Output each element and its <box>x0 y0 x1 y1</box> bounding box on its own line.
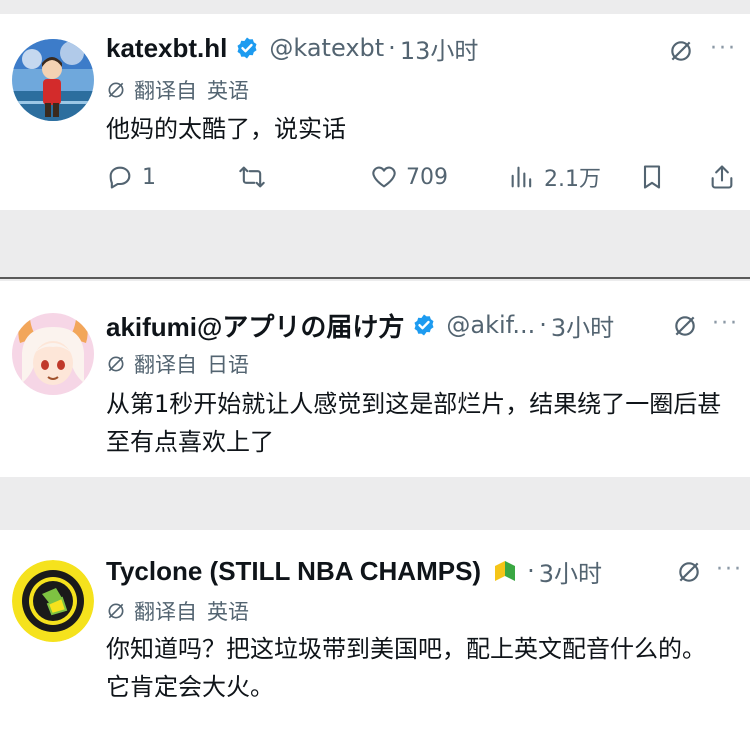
translate-language: 日语 <box>207 353 249 377</box>
repost-icon <box>239 166 265 188</box>
more-options-button[interactable]: ··· <box>712 311 739 336</box>
verified-badge-icon <box>412 313 436 337</box>
author-row: katexbt.hl @katexbt · 13小时 <box>106 31 478 65</box>
tweet-text: 他妈的太酷了，说实话 <box>106 115 346 143</box>
separator-dot: · <box>527 557 535 585</box>
tweet-text: 你知道吗？把这垃圾带到美国吧，配上英文配音什么的。它肯定会大火。 <box>106 635 706 701</box>
avatar[interactable] <box>12 39 94 121</box>
translated-from[interactable]: 翻译自 英语 <box>106 75 249 105</box>
tweet-card-1[interactable]: katexbt.hl @katexbt · 13小时 ··· 翻译自 英语 他妈… <box>0 14 750 210</box>
reply-count: 1 <box>142 164 156 190</box>
views-button[interactable]: 2.1万 <box>508 160 601 194</box>
translate-language: 英语 <box>207 600 249 624</box>
grok-icon <box>108 82 124 98</box>
reply-button[interactable]: 1 <box>106 160 156 194</box>
author-handle[interactable]: @katexbt <box>269 34 384 62</box>
more-options-button[interactable]: ··· <box>716 557 743 582</box>
author-name[interactable]: katexbt.hl <box>106 33 227 64</box>
heart-icon <box>372 166 396 188</box>
translate-language: 英语 <box>207 79 249 103</box>
reply-icon <box>109 166 131 189</box>
grok-icon <box>108 603 124 619</box>
like-button[interactable]: 709 <box>370 160 448 194</box>
translate-label: 翻译自 <box>134 600 197 624</box>
action-bar: 1 709 2.1万 <box>106 160 746 194</box>
grok-icon <box>108 356 124 372</box>
divider <box>0 277 750 279</box>
grok-icon[interactable] <box>670 311 700 341</box>
tweet-time[interactable]: 13小时 <box>400 31 479 66</box>
translate-label: 翻译自 <box>134 353 197 377</box>
grok-icon[interactable] <box>674 557 704 587</box>
tweet-card-3[interactable]: Tyclone (STILL NBA CHAMPS) · 3小时 ··· 翻译自… <box>0 530 750 736</box>
verified-badge-icon <box>235 36 259 60</box>
share-icon <box>711 165 733 189</box>
tweet-card-2[interactable]: akifumi@アプリの届け方 @akif... · 3小时 ··· 翻译自 日… <box>0 281 750 477</box>
translated-from[interactable]: 翻译自 日语 <box>106 349 249 379</box>
avatar[interactable] <box>12 560 94 642</box>
analytics-icon <box>511 166 532 188</box>
tweet-time[interactable]: 3小时 <box>551 308 614 343</box>
more-options-button[interactable]: ··· <box>710 36 737 61</box>
grok-icon[interactable] <box>666 36 696 66</box>
bookmark-button[interactable] <box>638 160 674 194</box>
tweet-time[interactable]: 3小时 <box>539 554 602 589</box>
author-name[interactable]: Tyclone (STILL NBA CHAMPS) <box>106 556 481 587</box>
translated-from[interactable]: 翻译自 英语 <box>106 596 249 626</box>
beginner-badge-icon <box>491 557 519 585</box>
avatar[interactable] <box>12 313 94 395</box>
author-row: akifumi@アプリの届け方 @akif... · 3小时 <box>106 308 614 342</box>
view-count: 2.1万 <box>544 167 601 192</box>
separator-dot: · <box>539 311 547 339</box>
share-button[interactable] <box>708 160 744 194</box>
translate-label: 翻译自 <box>134 79 197 103</box>
separator-dot: · <box>388 34 396 62</box>
author-row: Tyclone (STILL NBA CHAMPS) · 3小时 <box>106 554 602 588</box>
tweet-text: 从第1秒开始就让人感觉到这是部烂片，结果绕了一圈后甚至有点喜欢上了 <box>106 390 722 456</box>
repost-button[interactable] <box>238 160 274 194</box>
bookmark-icon <box>643 165 661 189</box>
like-count: 709 <box>406 164 448 190</box>
author-name[interactable]: akifumi@アプリの届け方 <box>106 307 404 344</box>
author-handle[interactable]: @akif... <box>446 311 535 339</box>
